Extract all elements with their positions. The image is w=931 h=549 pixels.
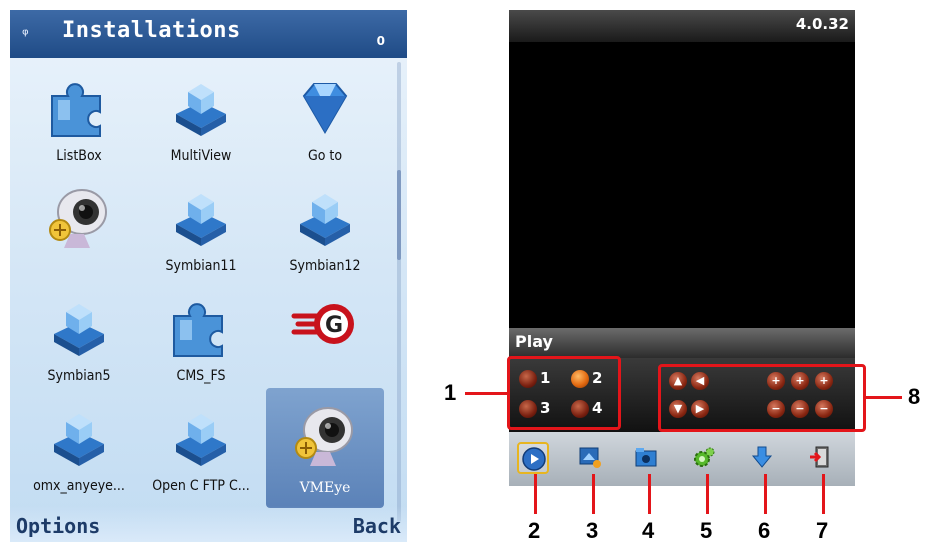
app-item-g-logo[interactable]: G [266,288,384,398]
callout-number-2: 2 [528,518,541,543]
settings-button[interactable] [689,442,721,474]
callout-line-7 [822,474,825,514]
app-item-open-c-ftp[interactable]: Open C FTP C... [142,398,260,508]
play-button[interactable] [517,442,549,474]
scrollbar-track[interactable] [397,62,401,522]
app-label: VMEye [299,480,351,496]
installations-screen: ᵠ Installations 0 ListBox MultiView Go t… [10,10,407,542]
app-item-vmeye[interactable]: VMEye [266,388,384,508]
svg-text:G: G [325,313,343,338]
callout-line-2 [534,474,537,514]
app-item-cms-fs[interactable]: CMS_FS [142,288,260,398]
folder-icon [635,448,657,467]
callout-line-5 [706,474,709,514]
folder-button[interactable] [631,442,663,474]
puzzle-icon [51,83,101,137]
download-icon [751,446,773,468]
page-title: Installations [62,18,241,43]
callout-number-5: 5 [700,518,713,543]
callout-line-8 [866,396,902,399]
app-label: CMS_FS [176,368,226,384]
scrollbar-thumb[interactable] [397,170,401,260]
app-label: ListBox [56,148,102,164]
antenna-icon: ᵠ [22,25,29,44]
callout-line-6 [764,474,767,514]
softkey-bar: Options Back [10,506,407,542]
app-label: Symbian11 [165,258,237,274]
app-item-omx-anyeye[interactable]: omx_anyeye... [20,398,138,508]
callout-number-6: 6 [758,518,771,543]
symbian-box-icon [54,304,104,356]
options-softkey[interactable]: Options [16,514,100,538]
app-item-multiview[interactable]: MultiView [142,68,260,178]
app-label: Open C FTP C... [152,478,250,494]
callout-number-8: 8 [908,384,921,409]
app-item-webcam[interactable] [20,178,138,288]
back-softkey[interactable]: Back [353,514,401,538]
callout-box-ptz [658,364,866,432]
app-item-symbian11[interactable]: Symbian11 [142,178,260,288]
settings-icon [694,447,715,467]
app-label: omx_anyeye... [33,478,125,494]
app-label: Symbian12 [289,258,361,274]
app-item-symbian5[interactable]: Symbian5 [20,288,138,398]
app-item-listbox[interactable]: ListBox [20,68,138,178]
symbian-box-icon [176,84,226,136]
play-icon [522,447,546,471]
callout-number-1: 1 [444,380,457,405]
symbian-box-icon [176,194,226,246]
status-indicator: 0 [376,34,385,48]
symbian-box-icon [176,414,226,466]
video-viewport[interactable] [509,42,855,328]
play-label: Play [515,332,553,351]
callout-box-channels [507,356,621,430]
g-logo-icon: G [291,304,354,344]
app-item-symbian12[interactable]: Symbian12 [266,178,384,288]
symbian-box-icon [300,194,350,246]
download-button[interactable] [747,442,779,474]
puzzle-icon [173,303,223,357]
app-label: Symbian5 [47,368,111,384]
play-status-bar: Play [509,328,855,358]
app-item-goto[interactable]: Go to [266,68,384,178]
title-bar: ᵠ Installations 0 [10,10,407,58]
app-label: Go to [307,148,343,164]
callout-line-4 [648,474,651,514]
callout-line-1 [465,392,507,395]
snapshot-icon [579,447,601,468]
version-label: 4.0.32 [795,15,849,33]
callout-number-7: 7 [816,518,829,543]
callout-line-3 [592,474,595,514]
version-bar: 4.0.32 [509,10,855,42]
exit-button[interactable] [805,442,837,474]
webcam-icon [49,189,107,248]
snapshot-button[interactable] [575,442,607,474]
callout-number-3: 3 [586,518,599,543]
bottom-toolbar [509,432,855,486]
exit-icon [810,446,829,468]
diamond-icon [302,83,348,134]
callout-number-4: 4 [642,518,655,543]
app-label: MultiView [170,148,232,164]
symbian-box-icon [54,414,104,466]
webcam-icon [295,407,353,466]
